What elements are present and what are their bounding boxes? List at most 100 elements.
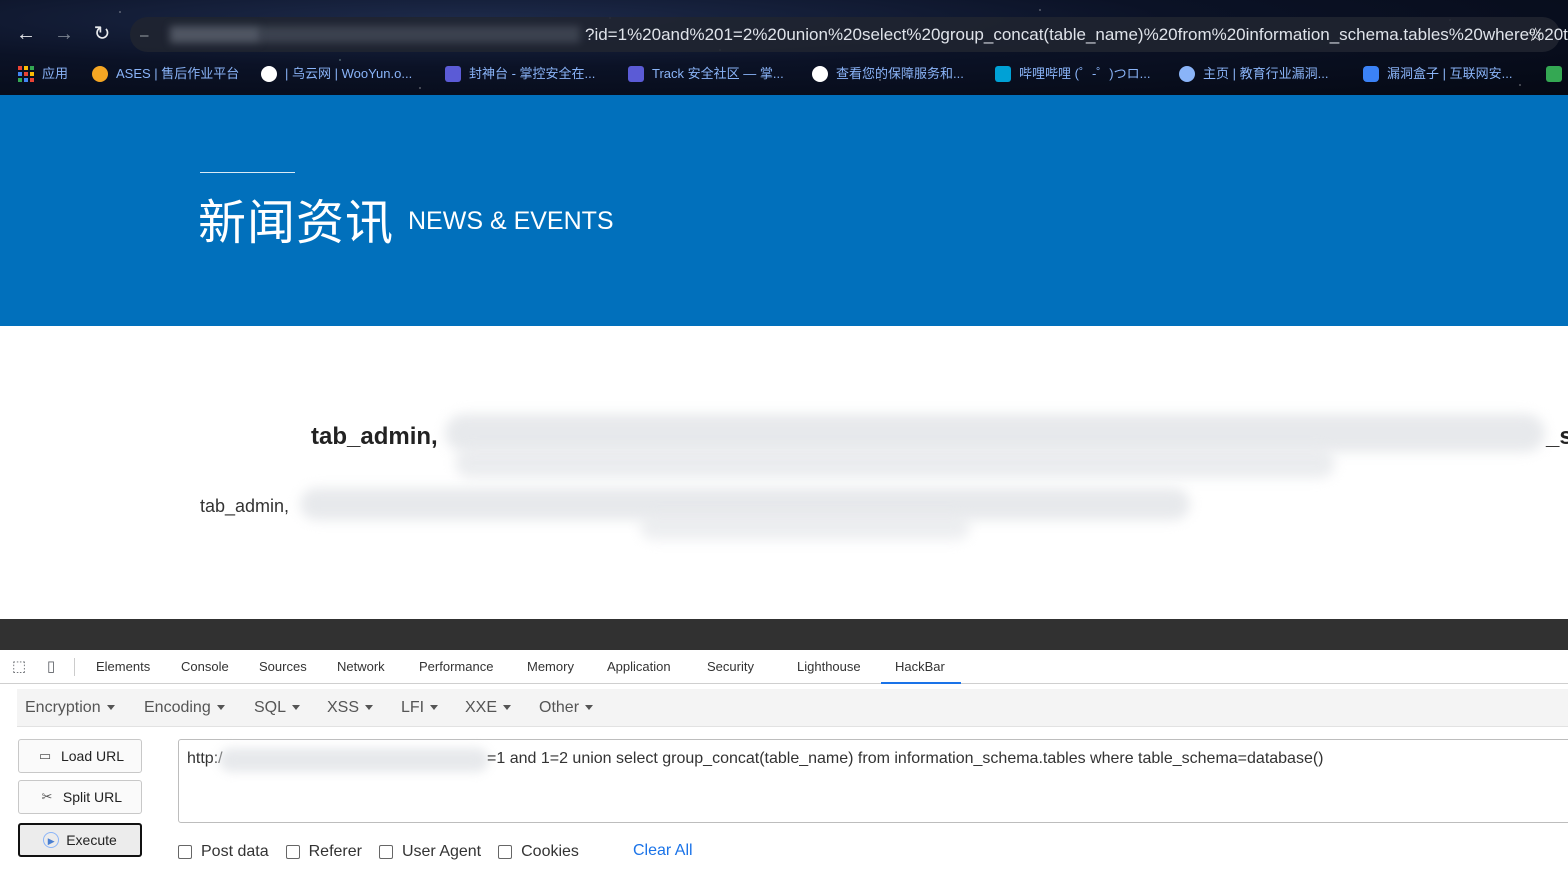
back-arrow-icon[interactable]: ← bbox=[14, 22, 38, 46]
tab-sources[interactable]: Sources bbox=[259, 650, 307, 684]
bookmark-label: 主页 | 教育行业漏洞... bbox=[1203, 66, 1329, 81]
bookmark-label: ASES | 售后作业平台 bbox=[116, 66, 240, 81]
banner-title-cn: 新闻资讯 bbox=[198, 197, 395, 250]
menu-encoding[interactable]: Encoding bbox=[144, 689, 225, 727]
globe-icon bbox=[261, 66, 277, 82]
inspect-element-icon[interactable]: ⬚ bbox=[10, 658, 28, 676]
bookmark-star-icon[interactable]: ☆ bbox=[1527, 24, 1544, 47]
tab-hackbar[interactable]: HackBar bbox=[881, 650, 961, 684]
tab-lighthouse[interactable]: Lighthouse bbox=[797, 650, 861, 684]
clear-all-link[interactable]: Clear All bbox=[633, 842, 693, 860]
bookmark-label: 应用 bbox=[42, 66, 69, 81]
caret-down-icon bbox=[585, 705, 594, 711]
tab-security[interactable]: Security bbox=[707, 650, 754, 684]
menu-encryption[interactable]: Encryption bbox=[25, 689, 115, 727]
bookmark-fengshentai[interactable]: 封神台 - 掌控安全在... bbox=[445, 60, 595, 88]
redacted-smudge bbox=[640, 514, 970, 540]
tab-application[interactable]: Application bbox=[607, 650, 671, 684]
caret-down-icon bbox=[292, 705, 301, 711]
checkbox[interactable] bbox=[378, 845, 393, 859]
browser-chrome: ← → ↻ ⎯ ?id=1%20and%201=2%20union%20sele… bbox=[0, 0, 1568, 95]
bookmark-bilibili[interactable]: 哔哩哔哩 (゜-゜)つロ... bbox=[995, 60, 1150, 88]
caret-down-icon bbox=[430, 705, 439, 711]
bookmark-edu[interactable]: 主页 | 教育行业漏洞... bbox=[1179, 60, 1328, 88]
tab-network[interactable]: Network bbox=[337, 650, 385, 684]
address-bar[interactable]: ⎯ ?id=1%20and%201=2%20union%20select%20g… bbox=[130, 17, 1568, 52]
bookmark-service[interactable]: 查看您的保障服务和... bbox=[812, 60, 964, 88]
reload-icon[interactable]: ↻ bbox=[90, 22, 114, 46]
page-content: tab_admin, _s tab_admin, bbox=[0, 326, 1568, 619]
redacted-path bbox=[260, 26, 580, 43]
bookmark-vulbox[interactable]: 漏洞盒子 | 互联网安... bbox=[1363, 60, 1512, 88]
devtools-tabbar: ⬚ ▯ Elements Console Sources Network Per… bbox=[0, 650, 1568, 684]
menu-other[interactable]: Other bbox=[539, 689, 594, 727]
globe-icon bbox=[812, 66, 828, 82]
menu-label: Other bbox=[539, 699, 580, 716]
menu-label: XSS bbox=[327, 699, 360, 716]
device-toolbar-icon[interactable]: ▯ bbox=[42, 658, 60, 676]
menu-lfi[interactable]: LFI bbox=[401, 689, 439, 727]
load-url-button[interactable]: ▭ Load URL bbox=[18, 739, 142, 773]
checkbox[interactable] bbox=[285, 845, 300, 859]
result-body: tab_admin, bbox=[200, 496, 290, 516]
play-icon: ▶ bbox=[43, 832, 60, 848]
menu-label: XXE bbox=[465, 699, 498, 716]
bookmark-apps[interactable]: 应用 bbox=[18, 60, 68, 88]
option-label: Post data bbox=[201, 843, 269, 860]
bookmarks-bar: 应用 ASES | 售后作业平台 | 乌云网 | WooYun.o... 封神台… bbox=[0, 60, 1568, 88]
menu-sql[interactable]: SQL bbox=[254, 689, 301, 727]
bookmark-wooyun[interactable]: | 乌云网 | WooYun.o... bbox=[261, 60, 412, 88]
apps-grid-icon bbox=[18, 66, 34, 82]
shield-icon bbox=[445, 66, 461, 82]
devtools-resize-bar[interactable] bbox=[0, 619, 1568, 650]
hackbar-menu: Encryption Encoding SQL XSS LFI XXE Othe… bbox=[17, 689, 1568, 727]
tab-elements[interactable]: Elements bbox=[96, 650, 150, 684]
split-url-button[interactable]: ✂ Split URL bbox=[18, 780, 142, 814]
referer-option[interactable]: Referer bbox=[285, 843, 362, 861]
bookmark-overflow[interactable] bbox=[1546, 60, 1562, 88]
forward-arrow-icon[interactable]: → bbox=[52, 22, 76, 46]
caret-down-icon bbox=[216, 705, 225, 711]
menu-xss[interactable]: XSS bbox=[327, 689, 374, 727]
tab-performance[interactable]: Performance bbox=[419, 650, 493, 684]
url-text: ?id=1%20and%201=2%20union%20select%20gro… bbox=[585, 25, 1568, 44]
bookmark-label: 封神台 - 掌控安全在... bbox=[469, 66, 596, 81]
menu-label: Encoding bbox=[144, 699, 211, 716]
redacted-host bbox=[170, 26, 260, 43]
checkbox[interactable] bbox=[498, 845, 513, 859]
bookmark-label: | 乌云网 | WooYun.o... bbox=[285, 66, 413, 81]
news-banner: 新闻资讯 NEWS & EVENTS bbox=[0, 95, 1568, 326]
bookmark-ases[interactable]: ASES | 售后作业平台 bbox=[92, 60, 239, 88]
redacted-smudge bbox=[219, 748, 489, 772]
menu-label: Encryption bbox=[25, 699, 101, 716]
user-agent-option[interactable]: User Agent bbox=[378, 843, 482, 861]
caret-down-icon bbox=[365, 705, 374, 711]
result-title-tail: _s bbox=[1546, 423, 1568, 450]
bookmark-track[interactable]: Track 安全社区 — 掌... bbox=[628, 60, 784, 88]
green-logo-icon bbox=[1546, 66, 1562, 82]
url-prefix: http:/ bbox=[187, 750, 223, 767]
button-label: Execute bbox=[66, 832, 117, 848]
menu-label: SQL bbox=[254, 699, 287, 716]
option-label: Cookies bbox=[521, 843, 579, 860]
load-url-icon: ▭ bbox=[38, 748, 52, 763]
caret-down-icon bbox=[106, 705, 115, 711]
button-label: Load URL bbox=[60, 748, 125, 764]
post-data-option[interactable]: Post data bbox=[178, 843, 269, 861]
scissors-icon: ✂ bbox=[41, 789, 53, 804]
cookies-option[interactable]: Cookies bbox=[498, 843, 579, 861]
hexagon-icon bbox=[1363, 66, 1379, 82]
redacted-smudge bbox=[445, 414, 1545, 452]
banner-divider bbox=[200, 172, 295, 173]
option-label: User Agent bbox=[401, 843, 482, 860]
url-textarea[interactable]: http:/ =1 and 1=2 union select group_con… bbox=[178, 739, 1568, 823]
tab-divider bbox=[74, 658, 75, 676]
bookmark-label: 漏洞盒子 | 互联网安... bbox=[1387, 66, 1513, 81]
checkbox[interactable] bbox=[178, 845, 192, 859]
execute-button[interactable]: ▶ Execute bbox=[18, 823, 142, 857]
caret-down-icon bbox=[503, 705, 512, 711]
result-title: tab_admin, bbox=[311, 423, 438, 450]
tab-console[interactable]: Console bbox=[181, 650, 229, 684]
menu-xxe[interactable]: XXE bbox=[465, 689, 512, 727]
tab-memory[interactable]: Memory bbox=[527, 650, 574, 684]
